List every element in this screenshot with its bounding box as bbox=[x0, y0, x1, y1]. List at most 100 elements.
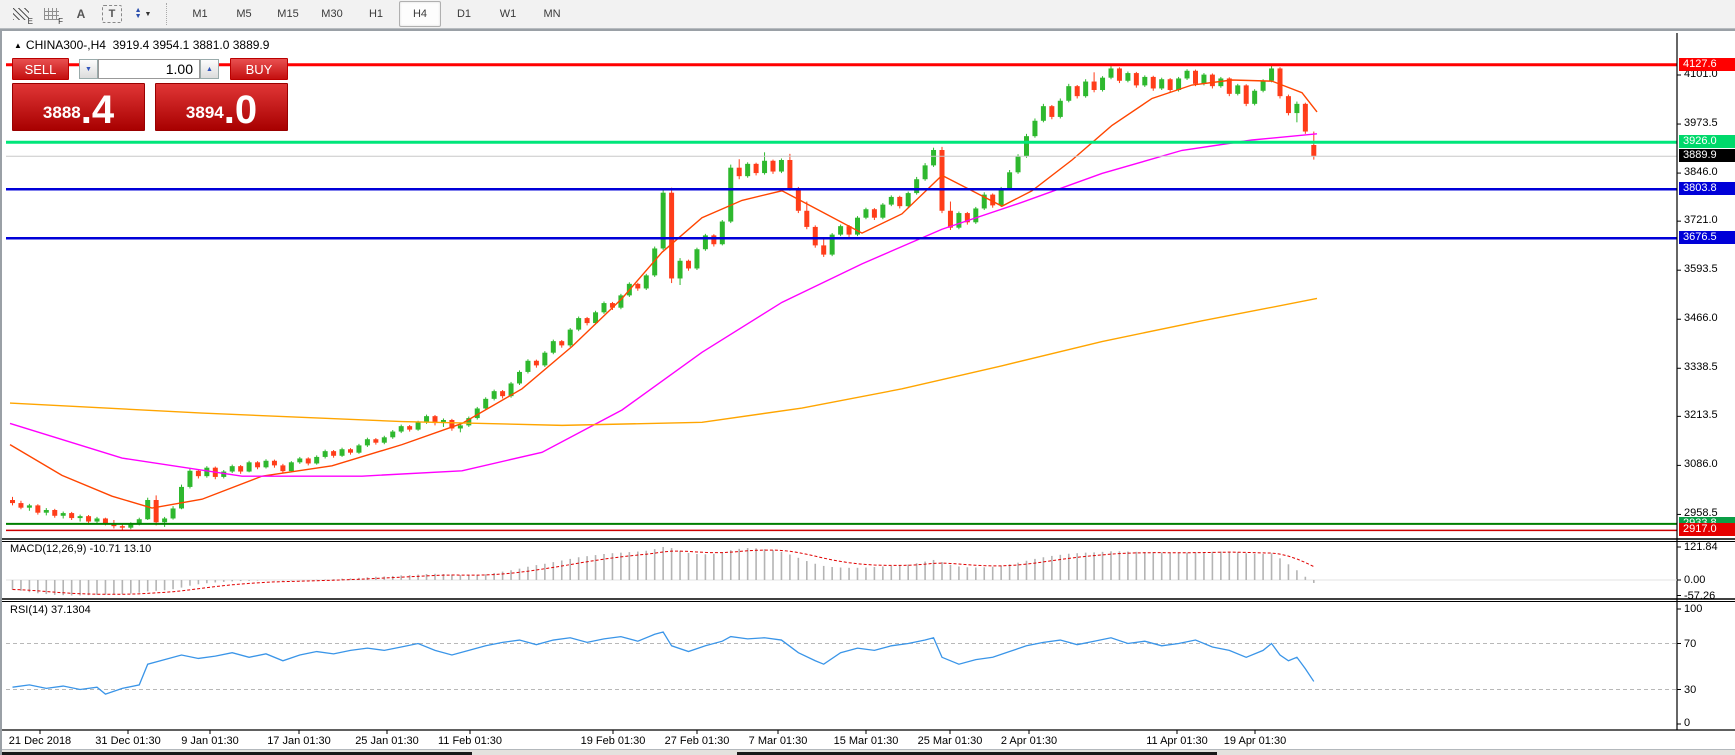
timeframe-button-mn[interactable]: MN bbox=[531, 1, 573, 27]
candle bbox=[880, 205, 885, 218]
candle bbox=[297, 458, 302, 462]
candle bbox=[1032, 121, 1037, 136]
candle bbox=[1193, 71, 1198, 84]
candle bbox=[264, 461, 269, 468]
candle bbox=[162, 518, 167, 522]
candle bbox=[568, 330, 573, 346]
candle bbox=[1303, 104, 1308, 132]
candle bbox=[483, 399, 488, 409]
buy-button[interactable]: BUY bbox=[230, 58, 288, 80]
candle bbox=[247, 462, 252, 471]
timeframe-button-w1[interactable]: W1 bbox=[487, 1, 529, 27]
candle bbox=[897, 197, 902, 206]
buy-price-button[interactable]: 3894.0 bbox=[155, 83, 288, 131]
moving-average-mid bbox=[10, 134, 1317, 476]
candle bbox=[179, 487, 184, 509]
candle bbox=[52, 510, 57, 516]
sell-price-frac: .4 bbox=[81, 92, 114, 128]
elliott-wave-icon[interactable]: E bbox=[7, 1, 35, 27]
moving-average-slow bbox=[10, 298, 1317, 425]
candle bbox=[1151, 77, 1156, 89]
candle bbox=[407, 426, 412, 429]
rsi-tick-label: 70 bbox=[1684, 638, 1696, 650]
timeframe-button-d1[interactable]: D1 bbox=[443, 1, 485, 27]
chart-canvas[interactable] bbox=[2, 31, 1735, 755]
candle bbox=[1066, 86, 1071, 101]
volume-increase-button[interactable]: ▲ bbox=[200, 59, 219, 79]
price-badge-3926.0: 3926.0 bbox=[1679, 135, 1735, 148]
candle bbox=[923, 165, 928, 179]
horizontal-scrollbar[interactable] bbox=[2, 750, 1735, 755]
price-badge-4127.6: 4127.6 bbox=[1679, 58, 1735, 71]
candle bbox=[914, 179, 919, 193]
volume-input[interactable] bbox=[98, 59, 200, 79]
arrange-windows-icon[interactable]: ▲▼▼ bbox=[129, 1, 157, 27]
candle bbox=[711, 235, 716, 244]
rsi-axis: 10070300 bbox=[1678, 601, 1735, 753]
macd-tick-label: 121.84 bbox=[1684, 542, 1718, 553]
timeframe-button-m30[interactable]: M30 bbox=[311, 1, 353, 27]
candle bbox=[390, 432, 395, 438]
date-label: 2 Apr 01:30 bbox=[984, 735, 1074, 747]
candle bbox=[686, 261, 691, 269]
price-axis: 4101.03973.53846.03721.03593.53466.03338… bbox=[1678, 31, 1735, 540]
macd-axis: 121.84 0.00 -57.26 bbox=[1678, 542, 1735, 599]
timeframe-button-m1[interactable]: M1 bbox=[179, 1, 221, 27]
timeframe-button-m5[interactable]: M5 bbox=[223, 1, 265, 27]
text-box-icon[interactable]: T bbox=[102, 5, 122, 23]
candle bbox=[255, 462, 260, 467]
candle bbox=[956, 213, 961, 228]
macd-plot bbox=[6, 547, 1677, 595]
timeframe-button-h1[interactable]: H1 bbox=[355, 1, 397, 27]
text-label-icon[interactable]: A bbox=[67, 1, 95, 27]
candle bbox=[356, 445, 361, 452]
candle bbox=[720, 222, 725, 245]
candle bbox=[694, 249, 699, 268]
candle bbox=[745, 164, 750, 176]
rsi-line bbox=[13, 632, 1314, 694]
candle bbox=[635, 284, 640, 289]
macd-tick-label: -57.26 bbox=[1684, 590, 1715, 600]
macd-tick-label: 0.00 bbox=[1684, 574, 1705, 586]
toolbar: EFAT ▲▼▼ M1M5M15M30H1H4D1W1MN bbox=[0, 0, 1735, 29]
one-click-trading-panel: SELL ▼ ▲ BUY 3888.4 3894.0 bbox=[12, 58, 288, 131]
collapse-arrow-icon[interactable]: ▲ bbox=[14, 41, 22, 50]
candle bbox=[10, 500, 15, 503]
sell-price-main: 3888 bbox=[43, 98, 81, 128]
candle bbox=[314, 457, 319, 464]
price-tick-label: 3086.0 bbox=[1684, 458, 1718, 470]
candle bbox=[399, 426, 404, 431]
candle bbox=[872, 209, 877, 217]
price-tick-label: 3338.5 bbox=[1684, 361, 1718, 373]
candle bbox=[1134, 73, 1139, 85]
candle bbox=[1125, 73, 1130, 81]
candle bbox=[1159, 79, 1164, 88]
timeframe-button-h4[interactable]: H4 bbox=[399, 1, 441, 27]
candle bbox=[1007, 172, 1012, 188]
candle bbox=[754, 164, 759, 173]
candle bbox=[1294, 104, 1299, 113]
candle bbox=[940, 150, 945, 211]
buy-price-frac: .0 bbox=[224, 92, 257, 128]
candle bbox=[669, 193, 674, 279]
timeframe-button-m15[interactable]: M15 bbox=[267, 1, 309, 27]
candle bbox=[1244, 85, 1249, 103]
volume-decrease-button[interactable]: ▼ bbox=[79, 59, 98, 79]
date-label: 7 Mar 01:30 bbox=[733, 735, 823, 747]
price-badge-3676.5: 3676.5 bbox=[1679, 231, 1735, 244]
candle bbox=[1142, 77, 1147, 85]
candle bbox=[323, 451, 328, 457]
macd-indicator-label: MACD(12,26,9) -10.71 13.10 bbox=[10, 543, 151, 555]
fibonacci-grid-icon[interactable]: F bbox=[37, 1, 65, 27]
candle bbox=[204, 468, 209, 476]
candle bbox=[999, 188, 1004, 205]
candle bbox=[644, 275, 649, 288]
sell-button[interactable]: SELL bbox=[12, 58, 69, 80]
candle bbox=[821, 245, 826, 254]
candle bbox=[678, 261, 683, 279]
candle bbox=[331, 451, 336, 456]
candle bbox=[1075, 86, 1080, 96]
rsi-plot bbox=[6, 632, 1677, 694]
candle bbox=[280, 465, 285, 471]
sell-price-button[interactable]: 3888.4 bbox=[12, 83, 145, 131]
